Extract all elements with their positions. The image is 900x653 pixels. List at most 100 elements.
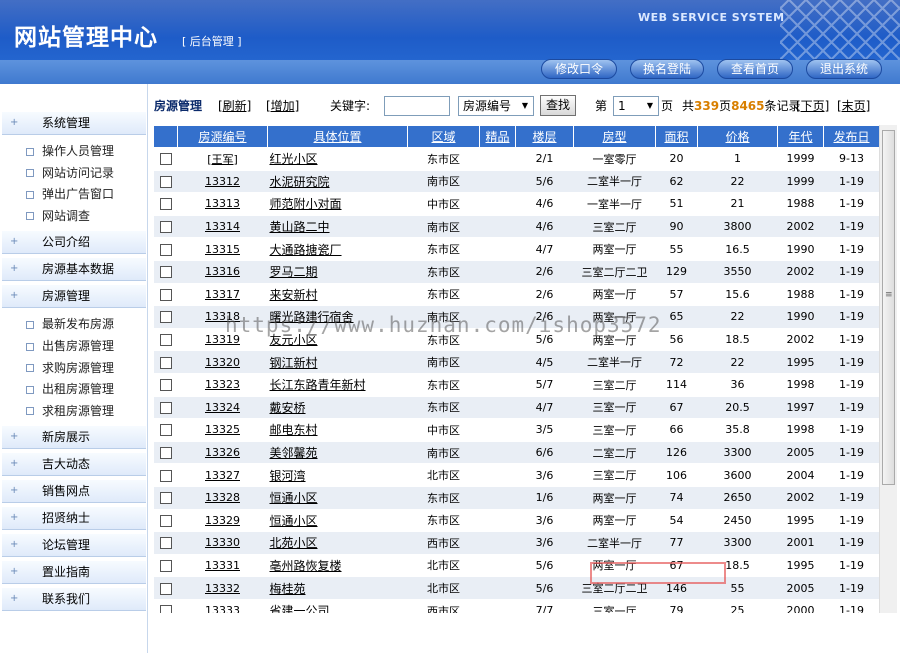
change-password-button[interactable]: 修改口令 [541,59,617,79]
row-checkbox[interactable] [159,582,172,595]
row-checkbox[interactable] [159,401,172,414]
listing-id-cell[interactable]: 13326 [177,441,268,465]
row-checkbox[interactable] [159,198,172,211]
vertical-scrollbar[interactable]: ≡ [879,125,897,613]
row-checkbox[interactable] [159,492,172,505]
column-header[interactable]: 房型 [573,125,656,148]
column-header[interactable]: 发布日 [823,125,879,148]
sidebar-group[interactable]: + 新房展示 [2,426,146,450]
sidebar-item[interactable]: 操作人员管理 [26,141,114,161]
view-homepage-button[interactable]: 查看首页 [717,59,793,79]
listing-id-cell[interactable]: 13315 [177,237,268,261]
sidebar-item[interactable]: 最新发布房源 [26,314,114,334]
listing-id-cell[interactable]: 13320 [177,350,268,374]
sidebar-item[interactable]: 网站访问记录 [26,163,114,183]
listing-id-cell[interactable]: 13333 [177,599,268,613]
sidebar-item[interactable]: 求租房源管理 [26,401,114,421]
sidebar-item[interactable]: 求购房源管理 [26,358,114,378]
listing-id-cell[interactable]: 13325 [177,418,268,442]
location-cell[interactable]: 黄山路二中 [267,215,408,239]
last-page-link[interactable]: [末页] [837,94,870,118]
location-cell[interactable]: 钢江新村 [267,350,408,374]
search-button[interactable]: 查找 [540,95,576,116]
row-checkbox[interactable] [159,379,172,392]
add-link[interactable]: [增加] [266,94,299,118]
sidebar-group[interactable]: + 论坛管理 [2,534,146,558]
location-cell[interactable]: 省建一公司 [267,599,408,613]
refresh-link[interactable]: [刷新] [218,94,251,118]
location-cell[interactable]: 梅桂苑 [267,576,408,600]
row-checkbox[interactable] [159,356,172,369]
sidebar-group[interactable]: + 联系我们 [2,588,146,612]
column-header[interactable]: 面积 [655,125,698,148]
listing-id-cell[interactable]: 13328 [177,486,268,510]
location-cell[interactable]: 大通路搪瓷厂 [267,237,408,261]
location-cell[interactable]: 邮电东村 [267,418,408,442]
location-cell[interactable]: 北苑小区 [267,531,408,555]
column-header[interactable]: 房源编号 [177,125,268,148]
column-header[interactable]: 具体位置 [267,125,408,148]
scrollbar-thumb[interactable] [882,130,895,485]
listing-id-cell[interactable]: 13312 [177,170,268,194]
column-header[interactable]: 楼层 [515,125,574,148]
row-checkbox[interactable] [159,469,172,482]
location-cell[interactable]: 恒通小区 [267,509,408,533]
row-checkbox[interactable] [159,266,172,279]
sidebar-item[interactable]: 网站调查 [26,206,90,226]
column-header[interactable]: 精品 [479,125,516,148]
logout-button[interactable]: 退出系统 [806,59,882,79]
listing-id-cell[interactable]: 13332 [177,576,268,600]
listing-id-cell[interactable]: 13324 [177,396,268,420]
sidebar-group[interactable]: + 置业指南 [2,561,146,585]
location-cell[interactable]: 美邻馨苑 [267,441,408,465]
sidebar-group[interactable]: + 销售网点 [2,480,146,504]
sidebar-group[interactable]: + 房源管理 [2,285,146,309]
sidebar-group[interactable]: + 招贤纳士 [2,507,146,531]
row-checkbox[interactable] [159,153,172,166]
row-checkbox[interactable] [159,288,172,301]
keyword-input[interactable] [384,96,450,116]
location-cell[interactable]: 戴安桥 [267,396,408,420]
location-cell[interactable]: 银河湾 [267,463,408,487]
sidebar-group[interactable]: + 房源基本数据 [2,258,146,282]
sidebar-group[interactable]: + 系统管理 [2,112,146,135]
row-checkbox[interactable] [159,537,172,550]
column-header[interactable]: 区域 [407,125,480,148]
listing-id-cell[interactable]: 13316 [177,260,268,284]
column-header[interactable]: 价格 [697,125,778,148]
location-cell[interactable]: 水泥研究院 [267,170,408,194]
listing-id-cell[interactable]: 13313 [177,192,268,216]
switch-login-button[interactable]: 换名登陆 [630,59,704,79]
location-cell[interactable]: 红光小区 [267,147,408,171]
listing-id-cell[interactable]: [王军] [177,147,268,171]
listing-id-cell[interactable]: 13317 [177,283,268,307]
location-cell[interactable]: 罗马二期 [267,260,408,284]
row-checkbox[interactable] [159,559,172,572]
listing-id-cell[interactable]: 13327 [177,463,268,487]
field-select[interactable]: 房源编号 ▼ [458,96,534,116]
location-cell[interactable]: 恒通小区 [267,486,408,510]
next-page-link[interactable]: [下页] [796,94,829,118]
sidebar-item[interactable]: 出售房源管理 [26,336,114,356]
listing-id-cell[interactable]: 13329 [177,509,268,533]
location-cell[interactable]: 亳州路恢复楼 [267,554,408,578]
row-checkbox[interactable] [159,605,172,613]
page-select[interactable]: 1 ▼ [613,96,659,116]
listing-id-cell[interactable]: 13323 [177,373,268,397]
row-checkbox[interactable] [159,424,172,437]
listing-id-cell[interactable]: 13330 [177,531,268,555]
location-cell[interactable]: 来安新村 [267,283,408,307]
sidebar-item[interactable]: 弹出广告窗口 [26,184,114,204]
row-checkbox[interactable] [159,221,172,234]
sidebar-group[interactable]: + 公司介绍 [2,231,146,255]
sidebar-item[interactable]: 出租房源管理 [26,379,114,399]
column-header[interactable]: 年代 [777,125,824,148]
row-checkbox[interactable] [159,447,172,460]
row-checkbox[interactable] [159,175,172,188]
row-checkbox[interactable] [159,243,172,256]
row-checkbox[interactable] [159,334,172,347]
row-checkbox[interactable] [159,311,172,324]
row-checkbox[interactable] [159,514,172,527]
location-cell[interactable]: 长江东路青年新村 [267,373,408,397]
sidebar-group[interactable]: + 吉大动态 [2,453,146,477]
